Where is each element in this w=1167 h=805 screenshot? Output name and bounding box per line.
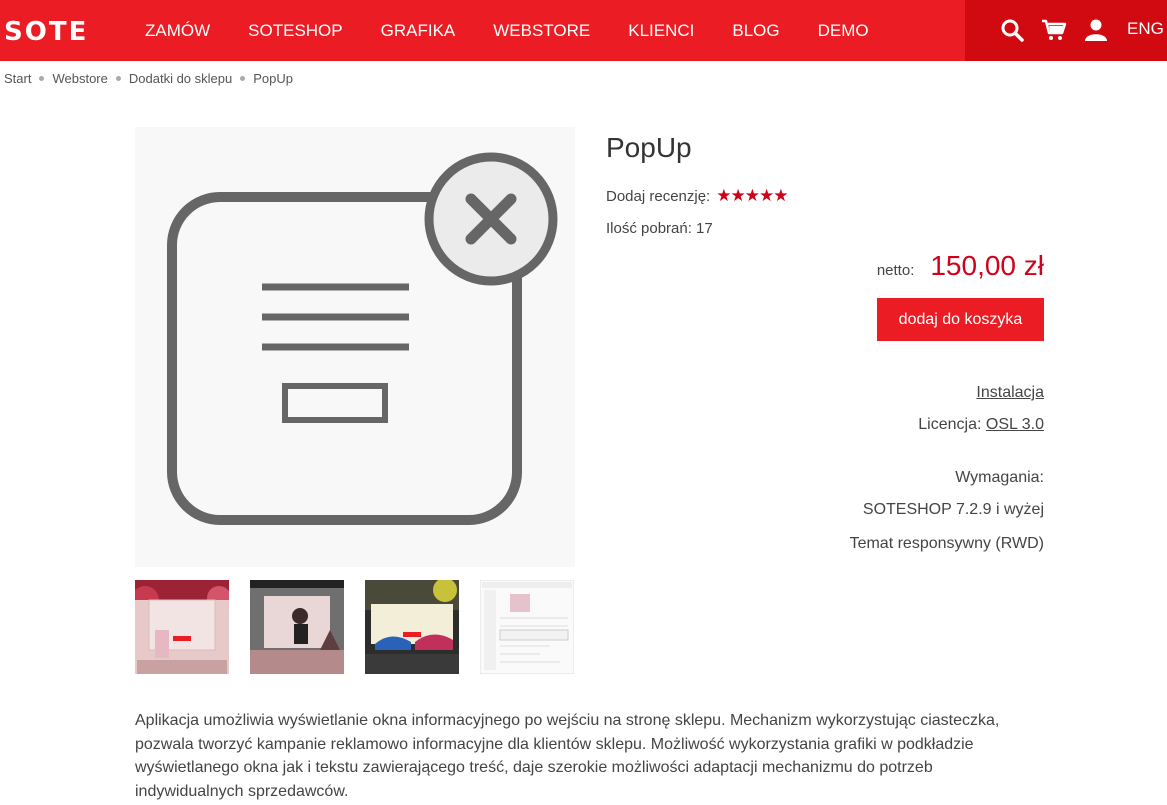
breadcrumb-webstore[interactable]: Webstore bbox=[52, 71, 107, 86]
product-thumbnail[interactable] bbox=[135, 580, 229, 674]
nav-item-klienci[interactable]: KLIENCI bbox=[609, 21, 713, 41]
requirement-item: SOTESHOP 7.2.9 i wyżej bbox=[862, 501, 1044, 518]
price-value: 150,00 zł bbox=[930, 250, 1044, 281]
add-to-cart-button[interactable]: dodaj do koszyka bbox=[877, 298, 1044, 341]
product-thumbnail[interactable] bbox=[250, 580, 344, 674]
requirement-item: Temat responsywny (RWD) bbox=[849, 535, 1044, 552]
installation-row: Instalacja bbox=[976, 384, 1044, 402]
product-thumbnail[interactable] bbox=[480, 580, 574, 674]
requirements-label: Wymagania: bbox=[955, 469, 1044, 486]
main-nav: ZAMÓW SOTESHOP GRAFIKA WEBSTORE KLIENCI … bbox=[126, 0, 888, 61]
review-row: Dodaj recenzję: ★★★★★ bbox=[606, 186, 788, 206]
nav-item-blog[interactable]: BLOG bbox=[713, 21, 798, 41]
language-switch[interactable]: ENG bbox=[1127, 19, 1164, 39]
product-thumbnail[interactable] bbox=[365, 580, 459, 674]
downloads-count: Ilość pobrań: 17 bbox=[606, 220, 713, 237]
product-main-image[interactable] bbox=[135, 127, 575, 567]
nav-item-webstore[interactable]: WEBSTORE bbox=[474, 21, 609, 41]
review-label: Dodaj recenzję: bbox=[606, 187, 711, 205]
user-icon[interactable] bbox=[1081, 15, 1111, 45]
breadcrumb-separator bbox=[240, 76, 246, 81]
nav-item-demo[interactable]: DEMO bbox=[799, 21, 888, 41]
top-navbar: SOTE ZAMÓW SOTESHOP GRAFIKA WEBSTORE KLI… bbox=[0, 0, 1167, 61]
breadcrumb-dodatki[interactable]: Dodatki do sklepu bbox=[129, 71, 232, 86]
license-label: Licencja: bbox=[918, 416, 982, 433]
rating-stars[interactable]: ★★★★★ bbox=[716, 186, 788, 206]
cart-icon[interactable] bbox=[1039, 15, 1069, 45]
installation-link[interactable]: Instalacja bbox=[976, 384, 1044, 401]
product-title: PopUp bbox=[606, 132, 692, 163]
nav-item-soteshop[interactable]: SOTESHOP bbox=[229, 21, 361, 41]
price-row: netto: 150,00 zł bbox=[877, 250, 1044, 282]
breadcrumb-current[interactable]: PopUp bbox=[253, 71, 293, 86]
logo[interactable]: SOTE bbox=[4, 17, 88, 47]
breadcrumb-separator bbox=[39, 76, 45, 81]
search-icon[interactable] bbox=[997, 15, 1027, 45]
price-label: netto: bbox=[876, 262, 915, 279]
breadcrumb-start[interactable]: Start bbox=[4, 71, 31, 86]
license-link[interactable]: OSL 3.0 bbox=[986, 416, 1044, 433]
breadcrumb: Start Webstore Dodatki do sklepu PopUp bbox=[4, 71, 293, 86]
breadcrumb-separator bbox=[115, 76, 121, 81]
product-description: Aplikacja umożliwia wyświetlanie okna in… bbox=[135, 712, 1000, 800]
nav-item-grafika[interactable]: GRAFIKA bbox=[362, 21, 475, 41]
license-row: Licencja: OSL 3.0 bbox=[918, 416, 1044, 434]
nav-item-zamow[interactable]: ZAMÓW bbox=[126, 21, 229, 41]
